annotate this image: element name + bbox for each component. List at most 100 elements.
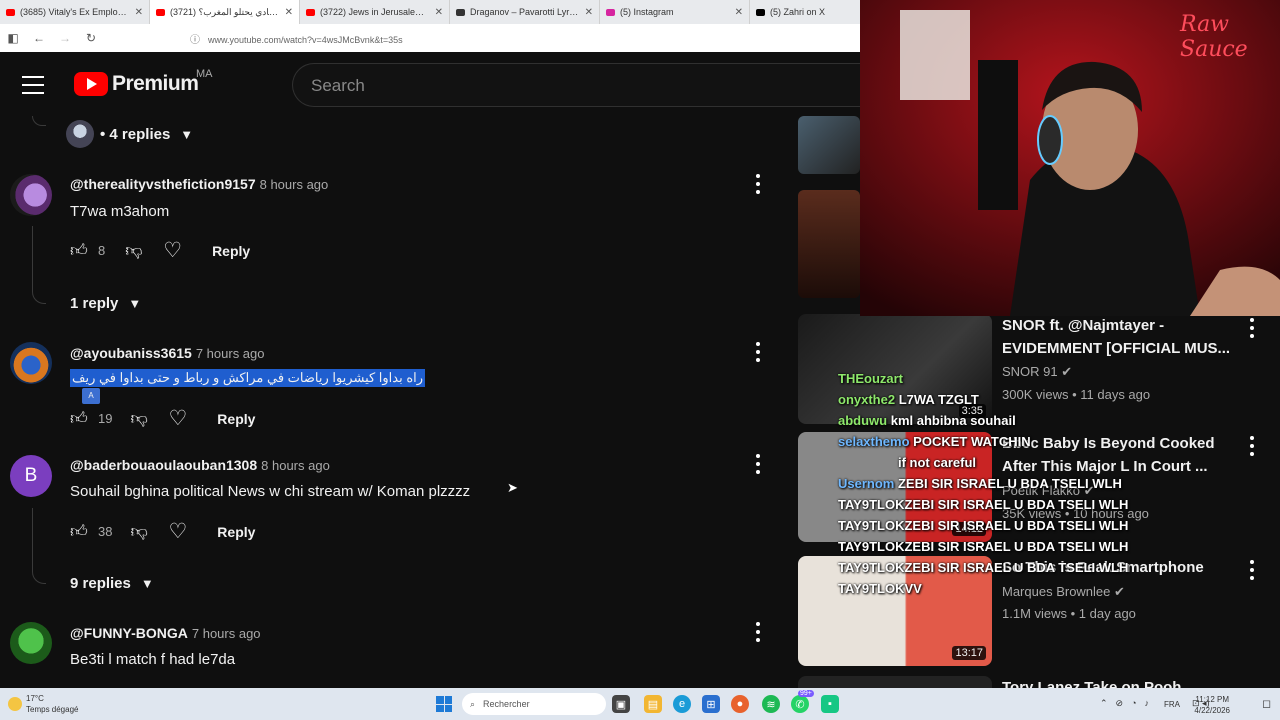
like-count: 19	[98, 411, 113, 426]
reply-button[interactable]: Reply	[217, 411, 255, 427]
view-replies-button[interactable]: • 4 replies ▼	[66, 120, 193, 148]
heart-icon[interactable]: ♡	[168, 406, 187, 431]
close-tab-icon[interactable]: ✕	[435, 7, 443, 18]
edge-icon[interactable]: e	[673, 695, 691, 713]
dislike-icon[interactable]: 👎︎	[130, 521, 152, 542]
video-thumbnail[interactable]	[798, 116, 860, 174]
comment-text: T7wa m3ahom	[70, 203, 170, 220]
avatar[interactable]	[10, 342, 52, 384]
video-thumbnail[interactable]	[798, 190, 860, 298]
site-info-icon[interactable]: ⓘ	[190, 35, 200, 46]
more-actions-icon[interactable]	[1249, 436, 1255, 456]
windows-start-icon[interactable]	[436, 696, 452, 712]
task-view-icon[interactable]: ▣	[612, 695, 630, 713]
reply-button[interactable]: Reply	[217, 524, 255, 540]
youtube-play-icon	[74, 72, 108, 96]
back-icon[interactable]: ←	[32, 31, 46, 45]
video-title[interactable]: Tory Lanez Take on Pooh Shiesty &	[1002, 676, 1236, 688]
file-explorer-icon[interactable]: ▤	[644, 695, 662, 713]
video-card[interactable]: Tory Lanez Take on Pooh Shiesty &	[798, 676, 1280, 688]
taskbar-search[interactable]: ⌕ Rechercher	[462, 693, 606, 715]
chat-message: selaxthemo POCKET WATCHIN	[838, 434, 1031, 449]
app-icon[interactable]: ▪	[821, 695, 839, 713]
avatar[interactable]	[10, 622, 52, 664]
comment-text: Be3ti l match f had le7da	[70, 651, 236, 668]
forward-icon[interactable]: →	[58, 31, 72, 45]
close-tab-icon[interactable]: ✕	[735, 7, 743, 18]
comment-author[interactable]: @baderbouaoulaouban1308 8 hours ago	[70, 457, 330, 473]
more-actions-icon[interactable]	[1249, 560, 1255, 580]
thread-line	[32, 508, 46, 584]
webcam-overlay: Raw Sauce	[860, 0, 1280, 316]
comment-author[interactable]: @therealityvsthefiction9157 8 hours ago	[70, 176, 328, 192]
brand-label: Premium	[112, 72, 199, 95]
browser-tab-active[interactable]: (3721) عادي يحتلو المغرب؟...✕	[150, 0, 300, 24]
youtube-icon	[156, 8, 165, 16]
more-actions-icon[interactable]	[755, 342, 761, 362]
reload-icon[interactable]: ↻	[84, 31, 98, 45]
browser-tab[interactable]: Draganov – Pavarotti Lyrics | Ge✕	[450, 0, 600, 24]
close-tab-icon[interactable]: ✕	[285, 7, 293, 18]
url-field[interactable]: ⓘ www.youtube.com/watch?v=4wsJMcBvnk&t=35…	[190, 31, 403, 46]
firefox-icon[interactable]: ●	[731, 695, 749, 713]
close-tab-icon[interactable]: ✕	[135, 7, 143, 18]
video-thumbnail[interactable]	[798, 676, 992, 688]
comment-actions: 👍︎ 19 👎︎ ♡ Reply	[70, 406, 255, 431]
menu-icon[interactable]	[22, 76, 44, 94]
chat-message: THEouzart	[838, 371, 903, 386]
reply-button[interactable]: Reply	[212, 243, 250, 259]
chevron-down-icon: ▼	[140, 576, 154, 591]
youtube-header: Premium MA Search	[0, 52, 860, 116]
spotify-icon[interactable]: ≋	[762, 695, 780, 713]
more-actions-icon[interactable]	[755, 622, 761, 642]
like-count: 38	[98, 524, 113, 539]
avatar[interactable]	[10, 174, 52, 216]
neon-sign-icon: Raw Sauce	[1180, 12, 1248, 62]
heart-icon[interactable]: ♡	[168, 519, 187, 544]
language-indicator[interactable]: FRA	[1164, 700, 1180, 709]
browser-tab[interactable]: (5) Instagram ✕	[600, 0, 750, 24]
translate-icon[interactable]: A	[82, 388, 100, 404]
comment-time[interactable]: 8 hours ago	[261, 458, 330, 473]
comment-time[interactable]: 8 hours ago	[260, 177, 329, 192]
chat-message: Usernom ZEBI SIR ISRAEL U BDA TSELI WLH …	[838, 476, 1129, 596]
browser-tab[interactable]: (3722) Jews in Jerusalem march✕	[300, 0, 450, 24]
store-icon[interactable]: ⊞	[702, 695, 720, 713]
comment-time[interactable]: 7 hours ago	[192, 626, 261, 641]
search-input[interactable]: Search	[292, 63, 860, 107]
comment-author[interactable]: @FUNNY-BONGA 7 hours ago	[70, 625, 261, 641]
like-icon[interactable]: 👍︎	[70, 408, 92, 429]
video-title[interactable]: SNOR ft. @Najmtayer - EVIDEMMENT [OFFICI…	[1002, 314, 1236, 360]
stream-chat-overlay: THEouzart onyxthe2 L7WA TZGLT abduwu kml…	[838, 368, 1158, 599]
close-tab-icon[interactable]: ✕	[585, 7, 593, 18]
view-replies-button[interactable]: 1 reply ▼	[70, 295, 141, 312]
dislike-icon[interactable]: 👎︎	[125, 240, 147, 261]
view-replies-button[interactable]: 9 replies ▼	[70, 575, 154, 592]
notifications-icon[interactable]: ◻	[1262, 697, 1271, 710]
more-actions-icon[interactable]	[755, 454, 761, 474]
more-actions-icon[interactable]	[1249, 318, 1255, 338]
genius-icon	[456, 8, 465, 16]
weather-widget[interactable]: 17°C Temps dégagé	[26, 693, 78, 715]
clock[interactable]: 11:12 PM 4/22/2026	[1194, 694, 1230, 716]
youtube-logo[interactable]: Premium	[74, 72, 199, 96]
like-icon[interactable]: 👍︎	[70, 521, 92, 542]
chat-message: if not careful	[898, 455, 977, 470]
thread-line	[32, 116, 46, 126]
comments-section: • 4 replies ▼ @therealityvsthefiction9157…	[0, 116, 790, 688]
browser-tab[interactable]: (3685) Vitaly's Ex Employee Just✕	[0, 0, 150, 24]
whatsapp-icon[interactable]: ✆	[791, 695, 809, 713]
avatar[interactable]: B	[10, 455, 52, 497]
comment-actions: 👍︎ 38 👎︎ ♡ Reply	[70, 519, 255, 544]
comment-author[interactable]: @ayoubaniss3615 7 hours ago	[70, 345, 265, 361]
sidebar-toggle-icon[interactable]: ◧	[6, 31, 20, 45]
x-icon	[756, 8, 765, 16]
system-tray-icons[interactable]: ⌃⊘◔♪	[1100, 698, 1157, 709]
comment-time[interactable]: 7 hours ago	[196, 346, 265, 361]
chat-message: abduwu kml ahbibna souhail	[838, 413, 1016, 428]
like-icon[interactable]: 👍︎	[70, 240, 92, 261]
chevron-down-icon: ▼	[128, 296, 142, 311]
heart-icon[interactable]: ♡	[163, 238, 182, 263]
more-actions-icon[interactable]	[755, 174, 761, 194]
dislike-icon[interactable]: 👎︎	[130, 408, 152, 429]
